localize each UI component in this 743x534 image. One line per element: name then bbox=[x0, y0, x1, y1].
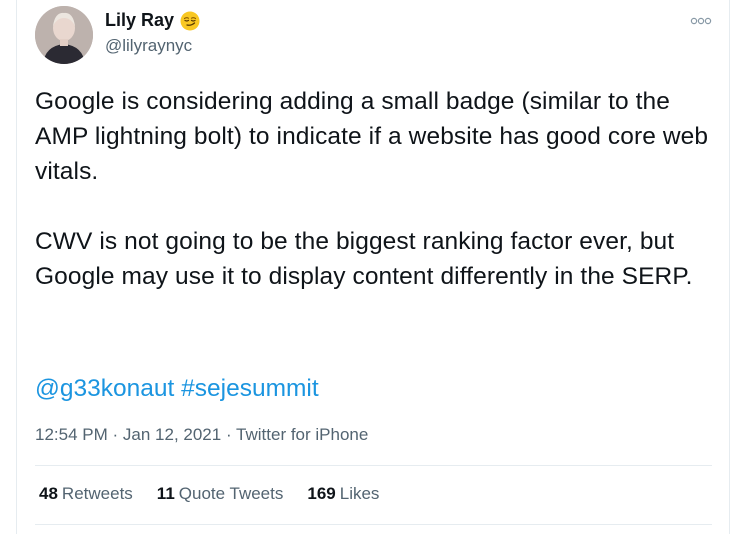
likes-count: 169 bbox=[307, 484, 336, 503]
avatar-image bbox=[35, 6, 93, 64]
avatar[interactable] bbox=[35, 6, 93, 64]
tweet-date[interactable]: Jan 12, 2021 bbox=[123, 425, 221, 444]
quote-tweets-stat[interactable]: 11 Quote Tweets bbox=[157, 484, 284, 504]
tweet-card: Lily Ray @lilyraynyc Google is consideri… bbox=[16, 0, 730, 534]
tweet-meta: 12:54 PM · Jan 12, 2021 · Twitter for iP… bbox=[35, 425, 368, 445]
likes-label: Likes bbox=[339, 484, 380, 503]
retweets-stat[interactable]: 48 Retweets bbox=[39, 484, 133, 504]
meta-separator: · bbox=[112, 425, 119, 444]
tweet-links: @g33konaut #sejesummit bbox=[35, 371, 319, 406]
divider-bottom bbox=[35, 524, 712, 525]
display-name[interactable]: Lily Ray bbox=[105, 10, 174, 31]
likes-stat[interactable]: 169 Likes bbox=[307, 484, 379, 504]
tweet-paragraph-2: CWV is not going to be the biggest ranki… bbox=[35, 228, 693, 290]
more-dots-icon bbox=[690, 17, 712, 25]
quote-tweets-count: 11 bbox=[156, 484, 175, 503]
author-handle[interactable]: @lilyraynyc bbox=[105, 36, 192, 56]
author-name-row[interactable]: Lily Ray bbox=[105, 10, 200, 31]
tweet-source[interactable]: Twitter for iPhone bbox=[236, 425, 368, 444]
tweet-paragraph-1: Google is considering adding a small bad… bbox=[35, 88, 709, 185]
engagement-stats: 48 Retweets 11 Quote Tweets 169 Likes bbox=[39, 484, 379, 504]
smirking-face-icon bbox=[180, 11, 200, 31]
retweets-label: Retweets bbox=[61, 484, 133, 503]
tweet-text: Google is considering adding a small bad… bbox=[35, 84, 715, 294]
more-options-button[interactable] bbox=[689, 12, 713, 30]
quote-tweets-label: Quote Tweets bbox=[178, 484, 284, 503]
retweets-count: 48 bbox=[39, 484, 58, 503]
mention-link[interactable]: @g33konaut bbox=[35, 375, 174, 402]
divider-top bbox=[35, 465, 712, 466]
tweet-time[interactable]: 12:54 PM bbox=[35, 425, 108, 444]
hashtag-link[interactable]: #sejesummit bbox=[181, 375, 319, 402]
meta-separator: · bbox=[225, 425, 232, 444]
